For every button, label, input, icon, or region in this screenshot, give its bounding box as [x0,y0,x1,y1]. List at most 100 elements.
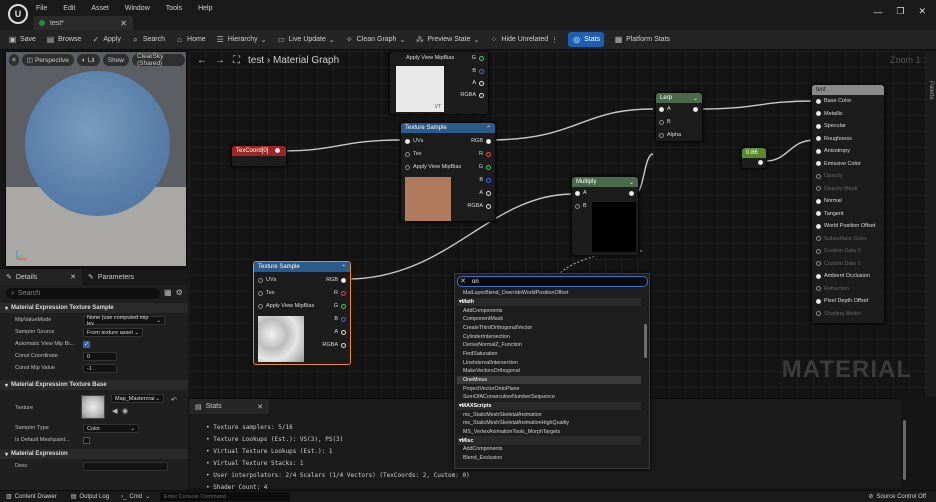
hierarchy-button[interactable]: ☰ Hierarchy ⌄ [216,30,267,50]
unreal-logo-icon[interactable]: U [8,4,28,24]
result-pin[interactable]: Normal [816,198,842,204]
tab-stats[interactable]: ▤ Stats ✕ [189,399,269,414]
automatic-view-mip-bias-checkbox[interactable]: ✓ [83,341,90,348]
search-result-item[interactable]: CreateThirdOrthogonalVector [457,324,641,333]
section-texture-sample[interactable]: ▾ Material Expression Texture Sample [0,303,188,313]
home-button[interactable]: ⌂ Home [175,30,206,50]
result-pin[interactable]: Anisotropy [816,148,850,154]
popup-scrollbar[interactable] [644,324,647,358]
search-result-item[interactable]: ComponentMask [457,315,641,324]
search-result-item[interactable]: CylinderIntersection [457,332,641,341]
menu-help[interactable]: Help [198,5,212,12]
node-constant[interactable]: 0.86 [741,147,767,169]
menu-file[interactable]: File [36,5,47,12]
clear-search-icon[interactable]: ✕ [460,277,466,285]
search-category[interactable]: ▾ Math [457,297,641,307]
pin-socket-icon[interactable] [758,160,763,165]
show-button[interactable]: Show [102,54,129,66]
perspective-button[interactable]: ◫ Perspective [21,54,74,66]
stats-button[interactable]: ◎ Stats [568,32,605,47]
maximize-icon[interactable]: ❐ [896,6,904,17]
apply-button[interactable]: ✓ Apply [91,30,120,50]
sampler-source-dropdown[interactable]: From texture asset ⌄ [83,328,143,337]
node-pin[interactable]: Apply View MipBias [258,303,314,309]
node-pin[interactable]: A [334,329,346,335]
node-pin[interactable]: G [479,164,491,170]
live-update-button[interactable]: ▭ Live Update ⌄ [277,30,335,50]
pin-socket-icon[interactable] [693,107,698,112]
browse-asset-icon[interactable]: ◀ [112,407,117,415]
sky-button[interactable]: ClearSky (Shared) [132,53,185,67]
node-pin[interactable]: G [334,303,346,309]
search-result-item[interactable]: AddComponents [457,306,641,315]
node-pin[interactable]: R [479,151,491,157]
result-pin[interactable]: Refraction [816,286,849,292]
const-mip-value-input[interactable]: -1 [83,364,117,373]
node-pin[interactable]: RGB [326,277,346,283]
menu-window[interactable]: Window [125,5,150,12]
source-control-button[interactable]: ⊘ Source Control Off [868,493,926,501]
gear-icon[interactable]: ⚙ [176,288,183,297]
result-pin[interactable]: Specular [816,123,846,129]
preview-state-button[interactable]: ⁂ Preview State ⌄ [415,30,480,50]
stats-scrollbar[interactable] [903,420,906,480]
node-search-input[interactable]: on [457,276,648,287]
pin-socket-icon[interactable] [275,148,280,153]
search-result-item[interactable]: FindSaturation [457,350,641,359]
forward-arrow-icon[interactable]: → [215,55,225,66]
node-texture-sample-top[interactable]: Apply View MipBias G B A RGBA VT [389,51,489,115]
node-multiply[interactable]: Multiply ⌄ A B [571,176,639,256]
node-pin[interactable]: A [659,106,671,112]
lit-button[interactable]: ◐ Lit [76,54,100,66]
material-preview-viewport[interactable]: ≡ ◫ Perspective ◐ Lit Show ClearSky (Share… [5,51,187,267]
search-result-item[interactable]: OneMinus [457,375,641,385]
more-options-icon[interactable]: ⋮ [551,36,558,44]
palette-side-tab[interactable]: Palette [925,51,936,397]
tab-details[interactable]: ✎ Details ✕ [0,269,82,285]
result-pin[interactable]: Opacity Mask [816,186,857,192]
chevron-up-icon[interactable]: ⌃ [486,125,491,132]
result-pin[interactable]: World Position Offset [816,223,875,229]
search-result-item[interactable]: MS_VertexAnimationTools_MorphTargets [457,428,641,437]
search-result-item[interactable]: ProjectVectorOntoPlane [457,384,641,393]
node-pin[interactable]: B [659,119,671,125]
menu-asset[interactable]: Asset [91,5,109,12]
pin-socket-icon[interactable] [629,191,634,196]
node-pin[interactable]: Tex [405,151,422,157]
node-pin[interactable]: B [479,177,491,183]
node-pin[interactable]: Alpha [659,132,681,138]
close-tab-icon[interactable]: ✕ [120,19,127,28]
node-pin[interactable]: G [472,55,484,61]
node-pin[interactable]: A [472,80,484,86]
console-command-input[interactable]: Enter Console Command [160,492,290,501]
tab-parameters[interactable]: ✎ Parameters [82,269,140,285]
search-result-item[interactable]: MatLayerBlend_OverrideWorldPositionOffse… [457,289,641,298]
node-material-result[interactable]: test Base Color Metallic Specular Roughness… [811,84,885,324]
node-texture-sample-1[interactable]: Texture Sample ⌃ UVs Tex Apply View MipBi… [400,122,496,222]
node-pin[interactable]: RGBA [467,203,491,209]
search-result-item[interactable]: ms_StaticMeshSkeletalAnimationHighQualit… [457,419,641,428]
result-pin[interactable]: Ambient Occlusion [816,273,870,279]
result-pin[interactable]: Custom Data 1 [816,261,861,267]
clean-graph-button[interactable]: ✧ Clean Graph ⌄ [345,30,405,50]
chevron-down-icon[interactable]: ⌄ [693,95,698,102]
platform-stats-button[interactable]: ▦ Platform Stats [614,30,670,50]
result-pin[interactable]: Shading Model [816,311,861,317]
node-pin[interactable]: RGBA [322,342,346,348]
texture-asset-dropdown[interactable]: Map_Mastercrai ⌄ [111,394,164,403]
result-pin[interactable]: Custom Data 0 [816,248,861,254]
node-texcoord[interactable]: TexCoord[0] [231,145,287,167]
mip-value-mode-dropdown[interactable]: None (use computed mip lev ⌄ [83,315,165,327]
search-result-item[interactable]: MakeVectorsOrthogonal [457,367,641,376]
output-log-button[interactable]: ▤ Output Log [71,493,109,501]
node-pin[interactable]: A [575,190,587,196]
save-button[interactable]: ▣ Save [8,30,36,50]
search-button[interactable]: ⌕ Search [131,30,165,50]
hide-unrelated-button[interactable]: ⁘ Hide Unrelated ⋮ [489,30,559,50]
section-material-expression[interactable]: ▾ Material Expression [0,449,188,459]
node-pin[interactable]: Apply View MipBias [405,164,461,170]
const-coordinate-input[interactable]: 0 [83,352,117,361]
browse-button[interactable]: ▤ Browse [46,30,82,50]
result-pin[interactable]: Pixel Depth Offset [816,298,868,304]
node-texture-sample-2[interactable]: Texture Sample ⌃ UVs Tex Apply View MipBi… [253,261,351,365]
